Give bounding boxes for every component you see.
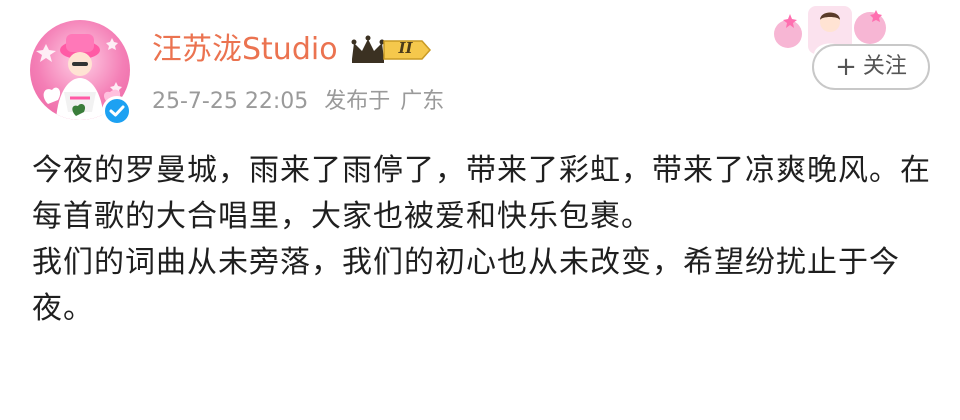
crown-icon xyxy=(351,35,431,63)
author-row: 汪苏泷Studio II xyxy=(152,30,432,70)
post-paragraph: 我们的词曲从未旁落，我们的初心也从未改变，希望纷扰止于今夜。 xyxy=(32,245,900,326)
post-meta: 25-7-25 22:05 发布于 广东 xyxy=(152,84,444,120)
verified-badge-icon xyxy=(102,96,132,126)
avatar-wrapper[interactable] xyxy=(22,14,134,126)
post-content: 今夜的罗曼城，雨来了雨停了，带来了彩虹，带来了凉爽晚风。在每首歌的大合唱里，大家… xyxy=(32,148,932,332)
vip-level-text: II xyxy=(398,39,413,57)
follow-button[interactable]: + 关注 xyxy=(812,44,930,90)
follow-label: 关注 xyxy=(862,54,907,79)
location-prefix: 发布于 xyxy=(324,89,391,114)
author-name[interactable]: 汪苏泷Studio xyxy=(152,30,338,70)
post-location: 广东 xyxy=(400,89,445,114)
plus-icon: + xyxy=(835,52,857,82)
weibo-post: 汪苏泷Studio II 25-7-25 22:05 发布于 广东 + 关注 今… xyxy=(0,0,960,420)
vip-level-badge[interactable]: II xyxy=(348,35,432,65)
post-paragraph: 今夜的罗曼城，雨来了雨停了，带来了彩虹，带来了凉爽晚风。在每首歌的大合唱里，大家… xyxy=(32,153,931,234)
post-timestamp: 25-7-25 22:05 xyxy=(152,89,309,114)
